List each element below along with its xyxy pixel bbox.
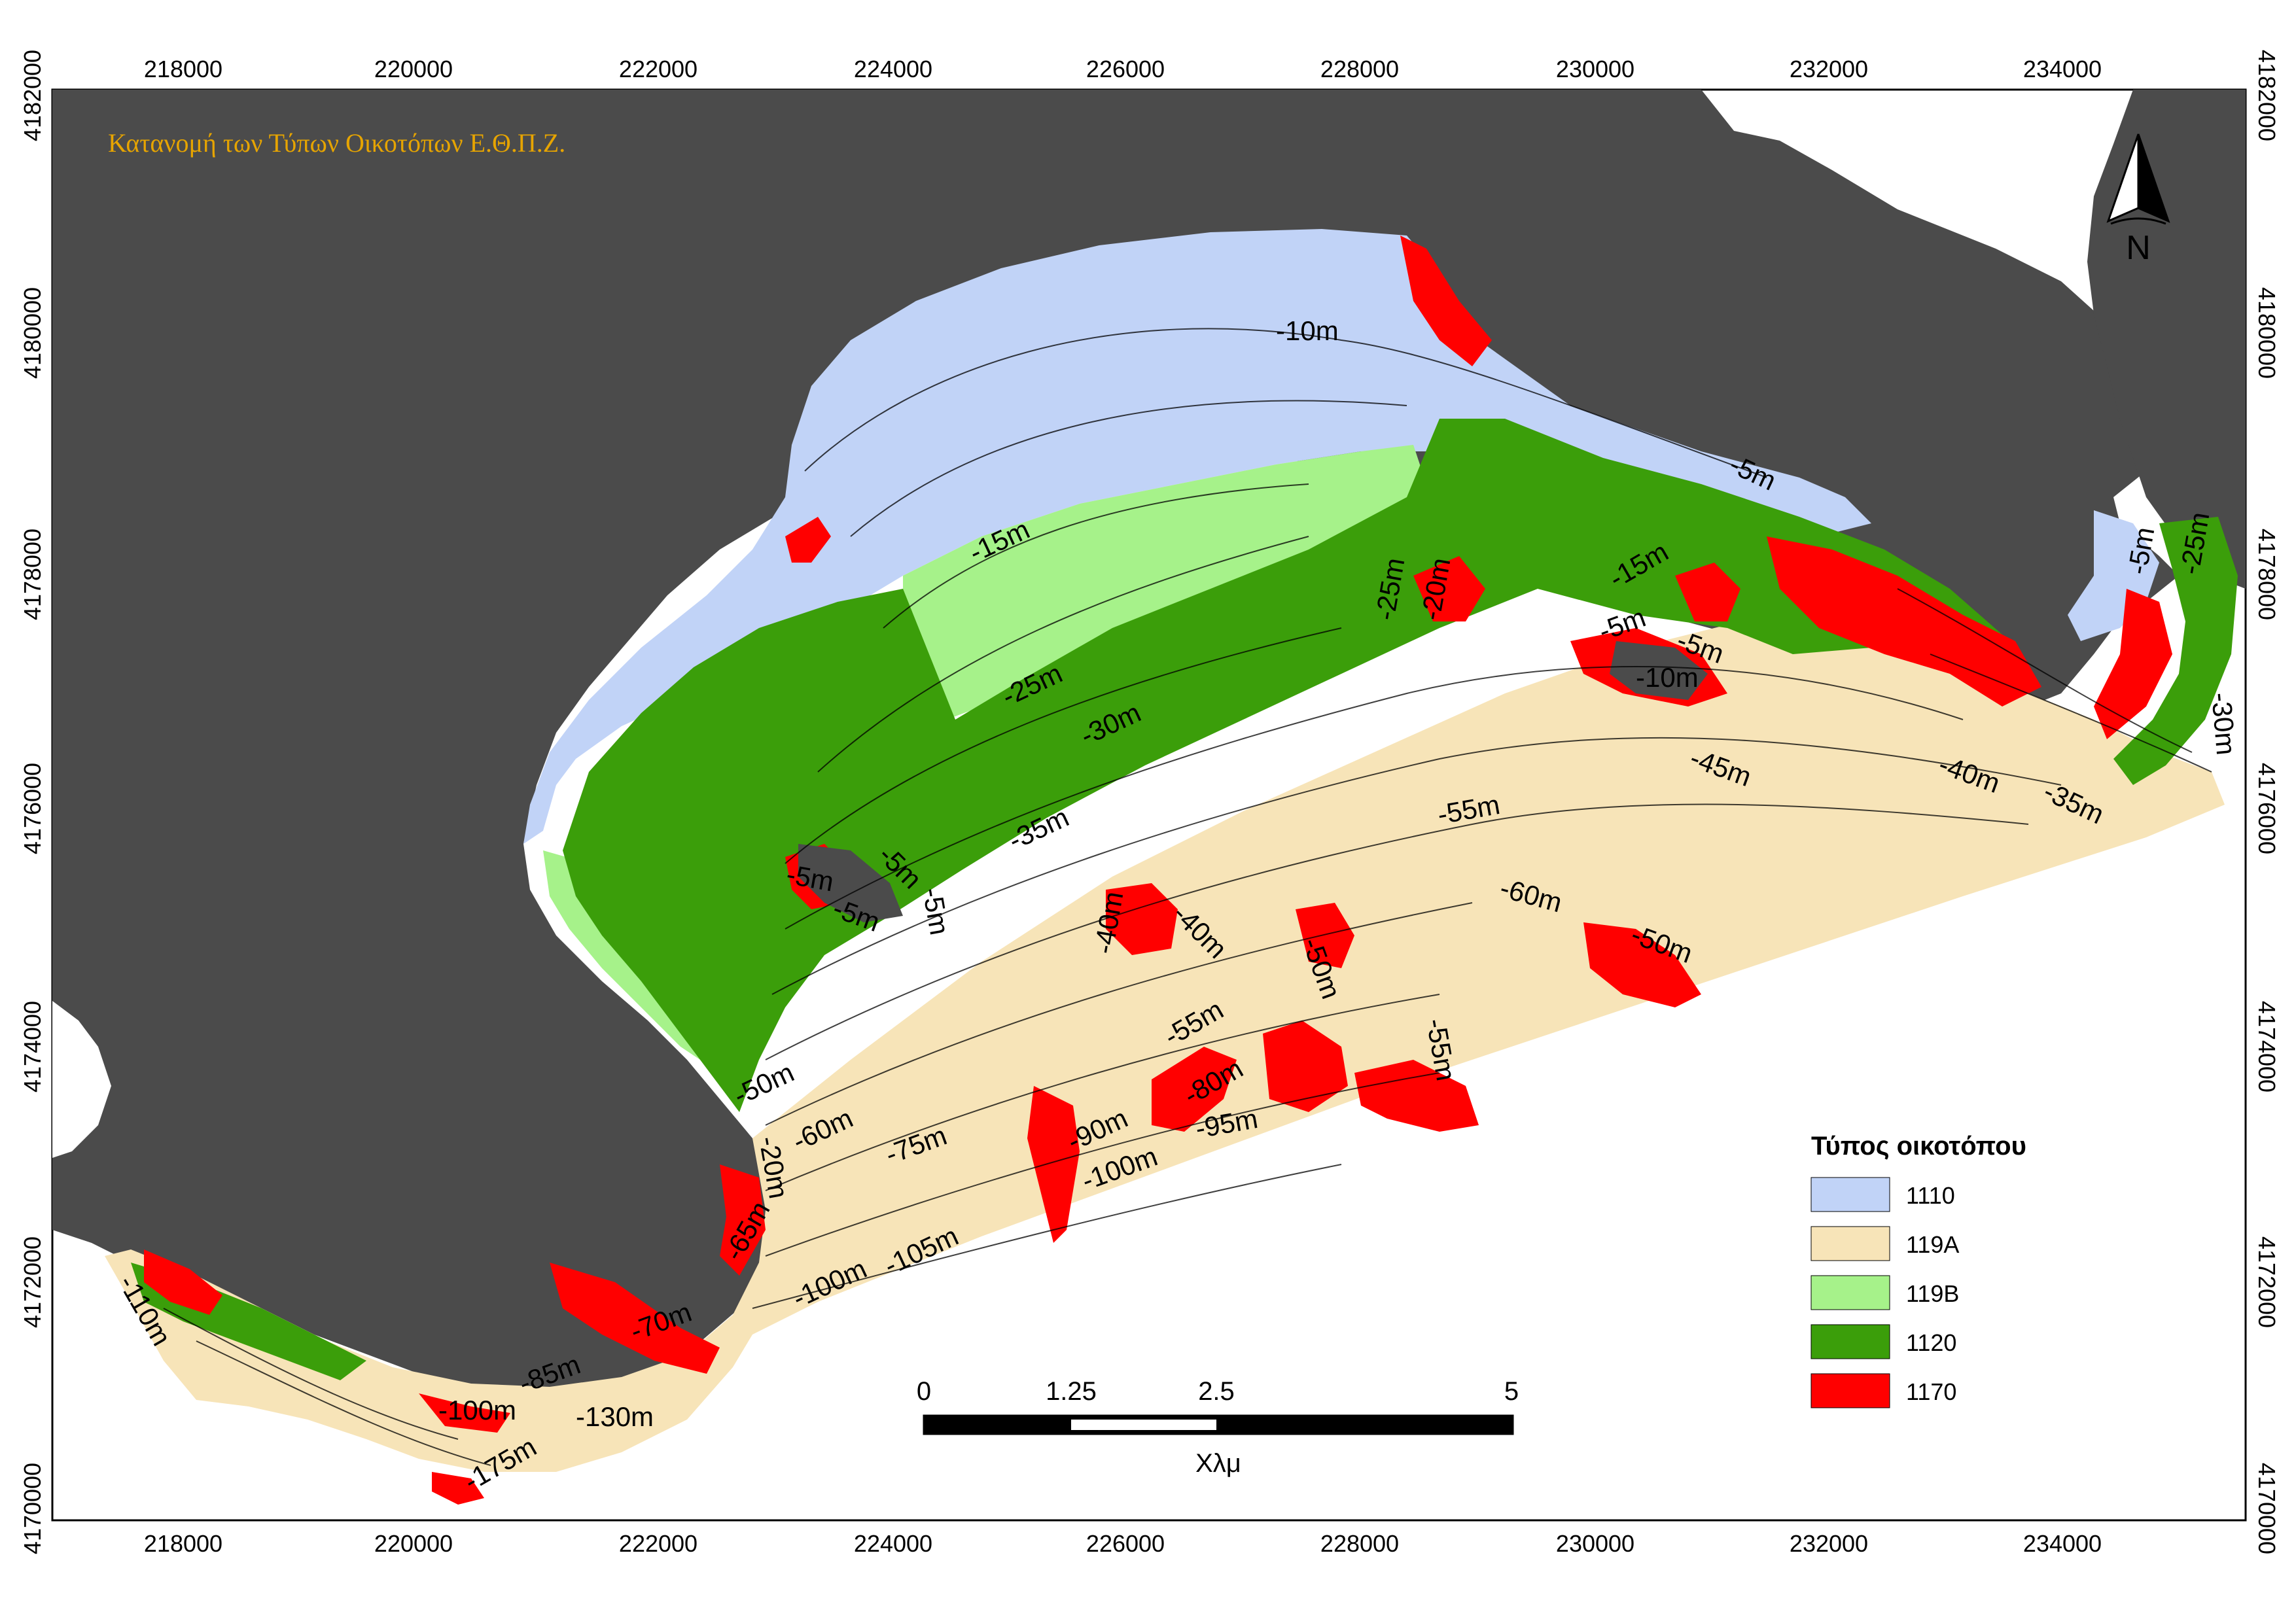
scale-tick-label: 2.5: [1198, 1377, 1235, 1406]
north-label: N: [2126, 229, 2151, 267]
y-tick-label: 4174000: [2253, 1001, 2280, 1092]
y-tick-label: 4170000: [2253, 1463, 2280, 1554]
y-tick-label: 4180000: [2253, 287, 2280, 379]
x-tick-label: 234000: [2023, 1530, 2102, 1557]
contour-label: -130m: [576, 1401, 654, 1432]
legend-swatch: [1810, 1226, 1890, 1261]
scale-tick-label: 5: [1504, 1377, 1519, 1406]
habitat-map: -10m -5m -15m -25m -30m -35m -25m -20m -…: [19, 50, 2280, 1557]
legend-label: 1120: [1906, 1329, 1956, 1356]
legend-item-1120: 1120: [1810, 1324, 1956, 1359]
x-tick-label: 226000: [1086, 56, 1165, 82]
legend-label: 1170: [1906, 1378, 1956, 1405]
y-tick-label: 4176000: [2253, 763, 2280, 854]
x-tick-label: 228000: [1320, 1530, 1399, 1557]
contour-label: -100m: [438, 1395, 516, 1425]
x-tick-label: 222000: [619, 56, 698, 82]
legend-label: 1110: [1906, 1182, 1955, 1209]
y-axis-left: 4182000 4180000 4178000 4176000 4174000 …: [19, 50, 46, 1554]
legend-title: Τύπος οικοτόπου: [1811, 1132, 2026, 1161]
legend-item-119B: 119B: [1810, 1275, 1959, 1310]
x-tick-label: 222000: [619, 1530, 698, 1557]
x-tick-label: 218000: [144, 1530, 222, 1557]
legend-swatch: [1810, 1177, 1890, 1212]
scale-unit-label: Χλμ: [1195, 1449, 1241, 1478]
x-tick-label: 226000: [1086, 1530, 1165, 1557]
x-tick-label: 220000: [374, 1530, 453, 1557]
x-tick-label: 220000: [374, 56, 453, 82]
y-tick-label: 4182000: [19, 50, 46, 141]
y-tick-label: 4180000: [19, 287, 46, 379]
x-tick-label: 230000: [1556, 1530, 1634, 1557]
y-tick-label: 4172000: [2253, 1236, 2280, 1328]
x-tick-label: 218000: [144, 56, 222, 82]
legend-label: 119A: [1906, 1231, 1959, 1258]
x-tick-label: 234000: [2023, 56, 2102, 82]
scale-tick-label: 1.25: [1046, 1377, 1097, 1406]
contour-label: -10m: [1636, 662, 1699, 693]
legend-swatch: [1810, 1324, 1890, 1359]
contour-label: -10m: [1276, 315, 1339, 346]
legend-item-119A: 119A: [1810, 1226, 1959, 1261]
legend-swatch: [1810, 1275, 1890, 1310]
x-tick-label: 228000: [1320, 56, 1399, 82]
y-tick-label: 4178000: [19, 529, 46, 620]
legend-label: 119B: [1906, 1280, 1959, 1307]
x-tick-label: 232000: [1790, 56, 1868, 82]
y-tick-label: 4182000: [2253, 50, 2280, 141]
x-axis-bottom: 218000 220000 222000 224000 226000 22800…: [144, 1530, 2102, 1557]
map-title: Κατανομή των Τύπων Οικοτόπων Ε.Θ.Π.Ζ.: [108, 128, 565, 158]
legend-swatch: [1810, 1373, 1890, 1408]
x-tick-label: 224000: [854, 1530, 932, 1557]
y-axis-right: 4182000 4180000 4178000 4176000 4174000 …: [2253, 50, 2280, 1554]
y-tick-label: 4172000: [19, 1236, 46, 1328]
x-tick-label: 232000: [1790, 1530, 1868, 1557]
legend-item-1110: 1110: [1810, 1177, 1955, 1212]
y-tick-label: 4176000: [19, 763, 46, 854]
contour-label: -30m: [2206, 691, 2242, 756]
x-axis-top: 218000 220000 222000 224000 226000 22800…: [144, 56, 2102, 82]
y-tick-label: 4178000: [2253, 529, 2280, 620]
x-tick-label: 230000: [1556, 56, 1634, 82]
y-tick-label: 4174000: [19, 1001, 46, 1092]
legend-item-1170: 1170: [1810, 1373, 1956, 1408]
y-tick-label: 4170000: [19, 1463, 46, 1554]
x-tick-label: 224000: [854, 56, 932, 82]
scale-tick-label: 0: [917, 1377, 931, 1406]
